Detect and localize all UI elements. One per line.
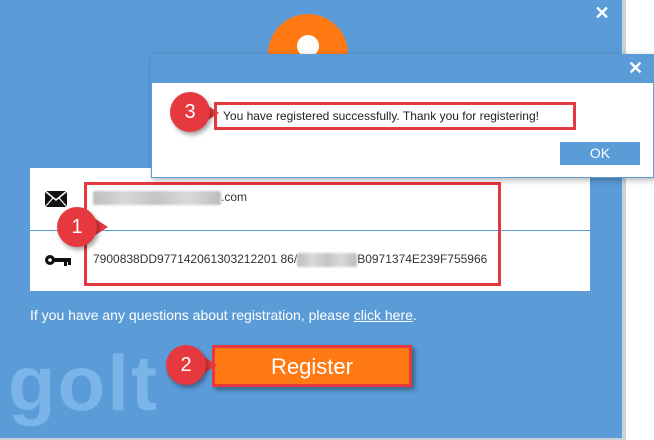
mail-icon <box>44 190 68 213</box>
step-badge-1: 1 <box>57 207 97 247</box>
help-text-period: . <box>412 307 417 323</box>
success-dialog: ✕ You have registered successfully. Than… <box>151 54 654 178</box>
step-badge-2: 2 <box>166 345 206 385</box>
help-text-body: If you have any questions about registra… <box>30 307 354 323</box>
dialog-close-button[interactable]: ✕ <box>628 59 643 77</box>
register-button[interactable]: Register <box>212 345 412 387</box>
help-text: If you have any questions about registra… <box>30 307 417 323</box>
fields-highlight-box <box>84 182 501 286</box>
window-close-button[interactable]: ✕ <box>593 4 611 22</box>
ok-button[interactable]: OK <box>560 142 640 165</box>
click-here-link[interactable]: click here <box>354 307 413 323</box>
dialog-titlebar: ✕ <box>152 55 653 83</box>
dialog-message: You have registered successfully. Thank … <box>214 102 576 130</box>
key-icon <box>44 252 72 273</box>
step-badge-3: 3 <box>170 92 210 132</box>
watermark-logo: golt <box>8 339 159 427</box>
